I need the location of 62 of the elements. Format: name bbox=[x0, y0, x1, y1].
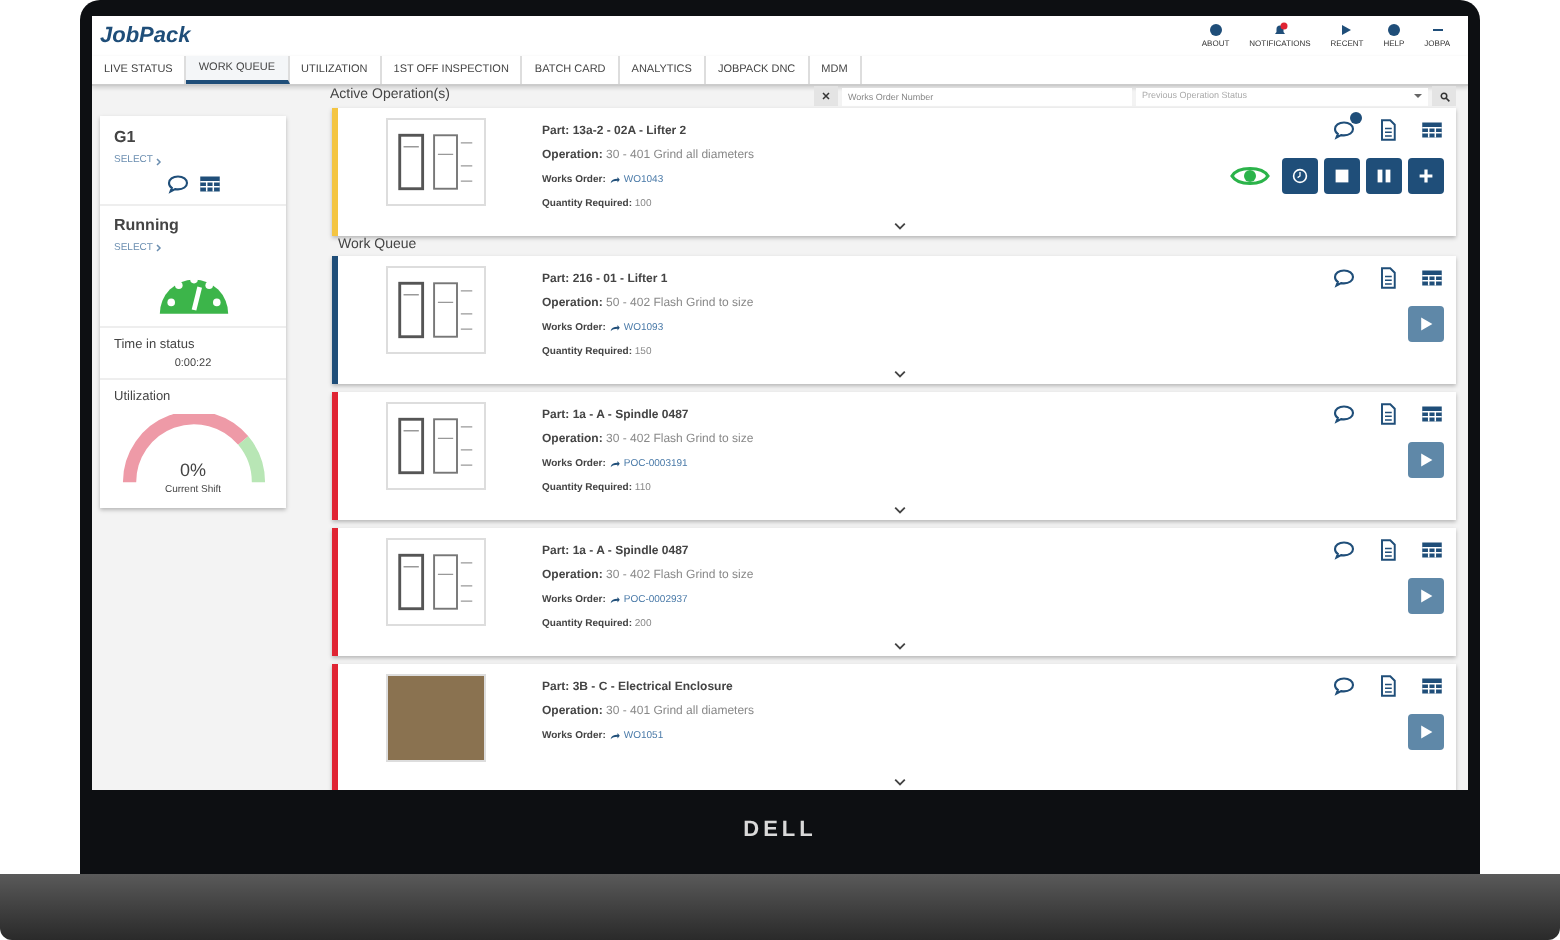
table-icon[interactable] bbox=[1420, 266, 1444, 290]
play-button[interactable] bbox=[1408, 714, 1444, 750]
caret-icon bbox=[1414, 94, 1422, 99]
play-icon bbox=[1418, 588, 1434, 604]
technical-drawing bbox=[386, 538, 486, 626]
stop-icon bbox=[1334, 167, 1350, 183]
search-icon bbox=[1439, 91, 1449, 102]
play-button[interactable] bbox=[1408, 578, 1444, 614]
play-button[interactable] bbox=[1408, 442, 1444, 478]
comment-button[interactable] bbox=[1332, 402, 1356, 426]
pause-icon bbox=[1376, 167, 1392, 183]
table-icon[interactable] bbox=[1420, 674, 1444, 698]
technical-drawing bbox=[386, 117, 486, 205]
clock-button[interactable] bbox=[1282, 157, 1318, 193]
plus-button[interactable] bbox=[1408, 157, 1444, 193]
document-icon[interactable] bbox=[1376, 674, 1400, 698]
play-icon bbox=[1418, 724, 1434, 740]
play-button[interactable] bbox=[1408, 306, 1444, 342]
plus-icon bbox=[1418, 167, 1434, 183]
chevron-down-icon[interactable] bbox=[894, 642, 906, 650]
table-icon[interactable] bbox=[1420, 538, 1444, 562]
share-arrow-icon bbox=[609, 324, 620, 332]
chevron-down-icon[interactable] bbox=[894, 221, 906, 229]
table-icon[interactable] bbox=[1420, 402, 1444, 426]
play-icon bbox=[1418, 316, 1434, 332]
photo-placeholder bbox=[386, 674, 486, 762]
eye-icon[interactable] bbox=[1230, 163, 1270, 187]
device-logo: DELL bbox=[743, 816, 817, 846]
technical-drawing bbox=[386, 266, 486, 354]
share-arrow-icon bbox=[609, 460, 620, 468]
play-icon bbox=[1418, 452, 1434, 468]
chevron-down-icon[interactable] bbox=[894, 370, 906, 378]
technical-drawing bbox=[386, 402, 486, 490]
chevron-right-icon bbox=[156, 244, 163, 253]
comment-button[interactable] bbox=[1332, 266, 1356, 290]
clock-icon bbox=[1292, 167, 1308, 183]
close-icon bbox=[822, 92, 830, 101]
share-arrow-icon bbox=[609, 175, 620, 183]
chevron-down-icon[interactable] bbox=[894, 506, 906, 514]
share-arrow-icon bbox=[609, 596, 620, 604]
document-icon[interactable] bbox=[1376, 538, 1400, 562]
notifications-icon bbox=[1271, 22, 1288, 38]
status-text: Running bbox=[114, 213, 181, 237]
app-logo: JobPack bbox=[100, 21, 191, 52]
clear-button[interactable] bbox=[814, 86, 838, 107]
comment-button[interactable] bbox=[1332, 674, 1356, 698]
document-icon[interactable] bbox=[1376, 266, 1400, 290]
chevron-down-icon[interactable] bbox=[894, 778, 906, 786]
comment-button[interactable] bbox=[1332, 538, 1356, 562]
comment-button[interactable] bbox=[1332, 117, 1356, 141]
table-icon[interactable] bbox=[1420, 117, 1444, 141]
comment-button[interactable] bbox=[165, 171, 189, 195]
machine-name: G1 bbox=[114, 126, 138, 150]
document-icon[interactable] bbox=[1376, 402, 1400, 426]
search-button[interactable] bbox=[1432, 86, 1456, 107]
utilization-value: 0% bbox=[179, 457, 206, 484]
share-arrow-icon bbox=[609, 732, 620, 740]
table-icon[interactable] bbox=[197, 171, 221, 195]
stop-button[interactable] bbox=[1324, 157, 1360, 193]
chevron-right-icon bbox=[156, 157, 163, 166]
document-icon[interactable] bbox=[1376, 117, 1400, 141]
pause-button[interactable] bbox=[1366, 157, 1402, 193]
